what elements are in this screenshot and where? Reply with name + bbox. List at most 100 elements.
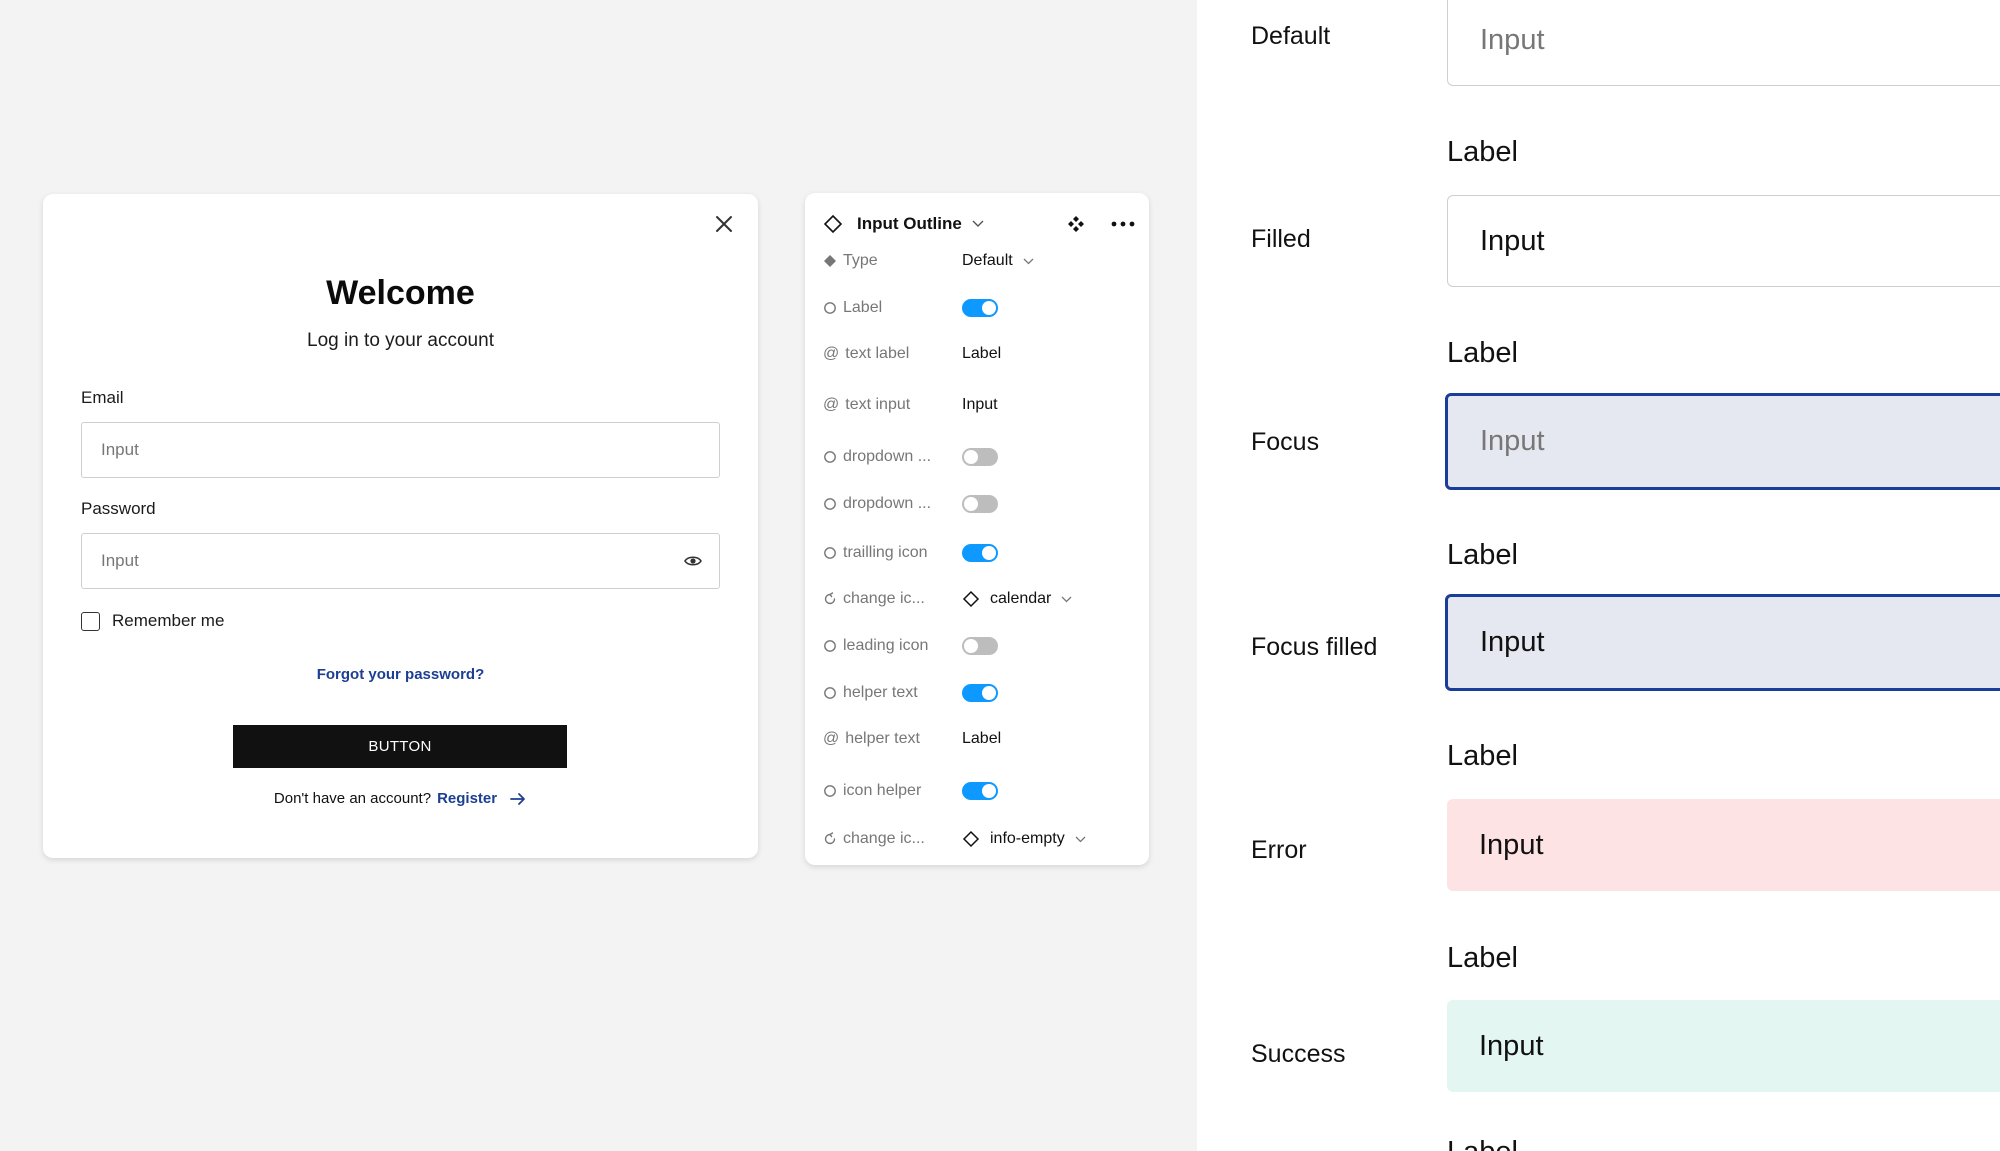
- panel-row[interactable]: Label: [823, 294, 1135, 322]
- input-default[interactable]: Input: [1447, 0, 2000, 86]
- variant-icon: [823, 254, 837, 268]
- input-label: Label: [1447, 1136, 1518, 1151]
- panel-row[interactable]: icon helper: [823, 777, 1135, 805]
- boolean-property-icon: [823, 450, 837, 464]
- swap-instance-icon: [823, 592, 837, 606]
- remember-checkbox[interactable]: [81, 611, 100, 631]
- eye-icon[interactable]: [683, 551, 703, 576]
- input-text: Input: [1480, 626, 1545, 658]
- property-value[interactable]: calendar: [962, 590, 1072, 608]
- input-label: Label: [1447, 740, 1518, 772]
- toggle-switch[interactable]: [962, 299, 998, 317]
- password-label: Password: [81, 499, 156, 518]
- login-title: Welcome: [326, 274, 475, 312]
- boolean-property-icon: [823, 546, 837, 560]
- login-card: Welcome Log in to your account Email Inp…: [43, 194, 758, 858]
- remember-me[interactable]: Remember me: [81, 611, 224, 631]
- close-button[interactable]: [708, 208, 740, 240]
- property-value[interactable]: [962, 637, 998, 655]
- register-link[interactable]: Register: [437, 790, 497, 807]
- panel-row[interactable]: trailling icon: [823, 539, 1135, 567]
- password-field[interactable]: Input: [81, 533, 720, 589]
- chevron-down-icon[interactable]: [972, 220, 984, 228]
- input-label: Label: [1447, 337, 1518, 369]
- chevron-down-icon[interactable]: [1075, 836, 1086, 843]
- email-field[interactable]: Input: [81, 422, 720, 478]
- state-name: Success: [1251, 1040, 1346, 1068]
- input-text: Input: [1479, 1029, 1544, 1062]
- toggle-switch[interactable]: [962, 684, 998, 702]
- panel-title[interactable]: Input Outline: [857, 214, 962, 234]
- property-label-text: dropdown ...: [843, 495, 932, 512]
- forgot-password-link[interactable]: Forgot your password?: [43, 666, 758, 683]
- toggle-switch[interactable]: [962, 782, 998, 800]
- property-value[interactable]: info-empty: [962, 830, 1086, 848]
- property-value[interactable]: [962, 782, 998, 800]
- chevron-down-icon[interactable]: [1061, 596, 1072, 603]
- panel-row[interactable]: @ helper text Label: [823, 725, 1135, 753]
- text-property-icon: @: [823, 396, 840, 413]
- property-value[interactable]: Label: [962, 345, 1001, 363]
- submit-button[interactable]: BUTTON: [233, 725, 567, 768]
- property-value[interactable]: Default: [962, 252, 1034, 270]
- property-value[interactable]: Label: [962, 730, 1001, 748]
- toggle-switch[interactable]: [962, 495, 998, 513]
- panel-header: Input Outline: [823, 207, 1135, 241]
- property-value-text: Default: [962, 252, 1013, 269]
- input-focusfilled[interactable]: Input: [1445, 594, 2000, 691]
- email-label: Email: [81, 388, 124, 407]
- property-value[interactable]: [962, 299, 998, 317]
- close-icon: [716, 216, 732, 232]
- email-placeholder: Input: [101, 440, 139, 459]
- swap-instance-icon: [823, 832, 837, 846]
- toggle-switch[interactable]: [962, 544, 998, 562]
- input-label: Label: [1447, 942, 1518, 974]
- state-name: Filled: [1251, 225, 1311, 253]
- property-label: dropdown ...: [823, 448, 962, 466]
- boolean-property-icon: [823, 497, 837, 511]
- property-label: change ic...: [823, 830, 962, 848]
- component-diamond-icon: [962, 830, 980, 848]
- input-label: Label: [1447, 539, 1518, 571]
- property-value[interactable]: Input: [962, 396, 998, 414]
- input-filled[interactable]: Input: [1447, 195, 2000, 287]
- panel-row[interactable]: leading icon: [823, 632, 1135, 660]
- toggle-switch[interactable]: [962, 637, 998, 655]
- property-label-text: trailling icon: [843, 544, 928, 561]
- panel-row[interactable]: change ic... info-empty: [823, 825, 1135, 853]
- panel-row[interactable]: dropdown ...: [823, 490, 1135, 518]
- property-value-text: Label: [962, 345, 1002, 362]
- toggle-switch[interactable]: [962, 448, 998, 466]
- remember-label: Remember me: [112, 611, 225, 630]
- panel-row[interactable]: change ic... calendar: [823, 585, 1135, 613]
- boolean-property-icon: [823, 784, 837, 798]
- panel-row[interactable]: helper text: [823, 679, 1135, 707]
- panel-row[interactable]: @ text label Label: [823, 340, 1135, 368]
- property-value-text: calendar: [990, 590, 1052, 607]
- arrow-right-icon[interactable]: [509, 792, 527, 806]
- property-label-text: Type: [843, 252, 878, 269]
- component-diamond-icon: [962, 590, 980, 608]
- input-error[interactable]: Input: [1447, 799, 2000, 891]
- more-icon[interactable]: [1111, 221, 1135, 227]
- login-subtitle: Log in to your account: [307, 330, 494, 351]
- boolean-property-icon: [823, 639, 837, 653]
- chevron-down-icon[interactable]: [1023, 258, 1034, 265]
- input-focus[interactable]: Input: [1445, 393, 2000, 490]
- properties-panel: Input Outline Type Default Label @ text labe…: [805, 193, 1149, 865]
- input-label: Label: [1447, 136, 1518, 168]
- component-set-icon[interactable]: [1067, 215, 1085, 233]
- design-canvas: Welcome Log in to your account Email Inp…: [0, 0, 1197, 1151]
- input-text: Input: [1480, 224, 1545, 257]
- property-value[interactable]: [962, 544, 998, 562]
- panel-row[interactable]: @ text input Input: [823, 391, 1135, 419]
- property-value[interactable]: [962, 448, 998, 466]
- property-label-text: helper text: [845, 730, 920, 747]
- input-success[interactable]: Input: [1447, 1000, 2000, 1092]
- property-value[interactable]: [962, 495, 998, 513]
- register-prompt: Don't have an account? Register: [43, 790, 758, 807]
- password-placeholder: Input: [101, 551, 139, 570]
- panel-row[interactable]: Type Default: [823, 247, 1135, 275]
- panel-row[interactable]: dropdown ...: [823, 443, 1135, 471]
- property-value[interactable]: [962, 684, 998, 702]
